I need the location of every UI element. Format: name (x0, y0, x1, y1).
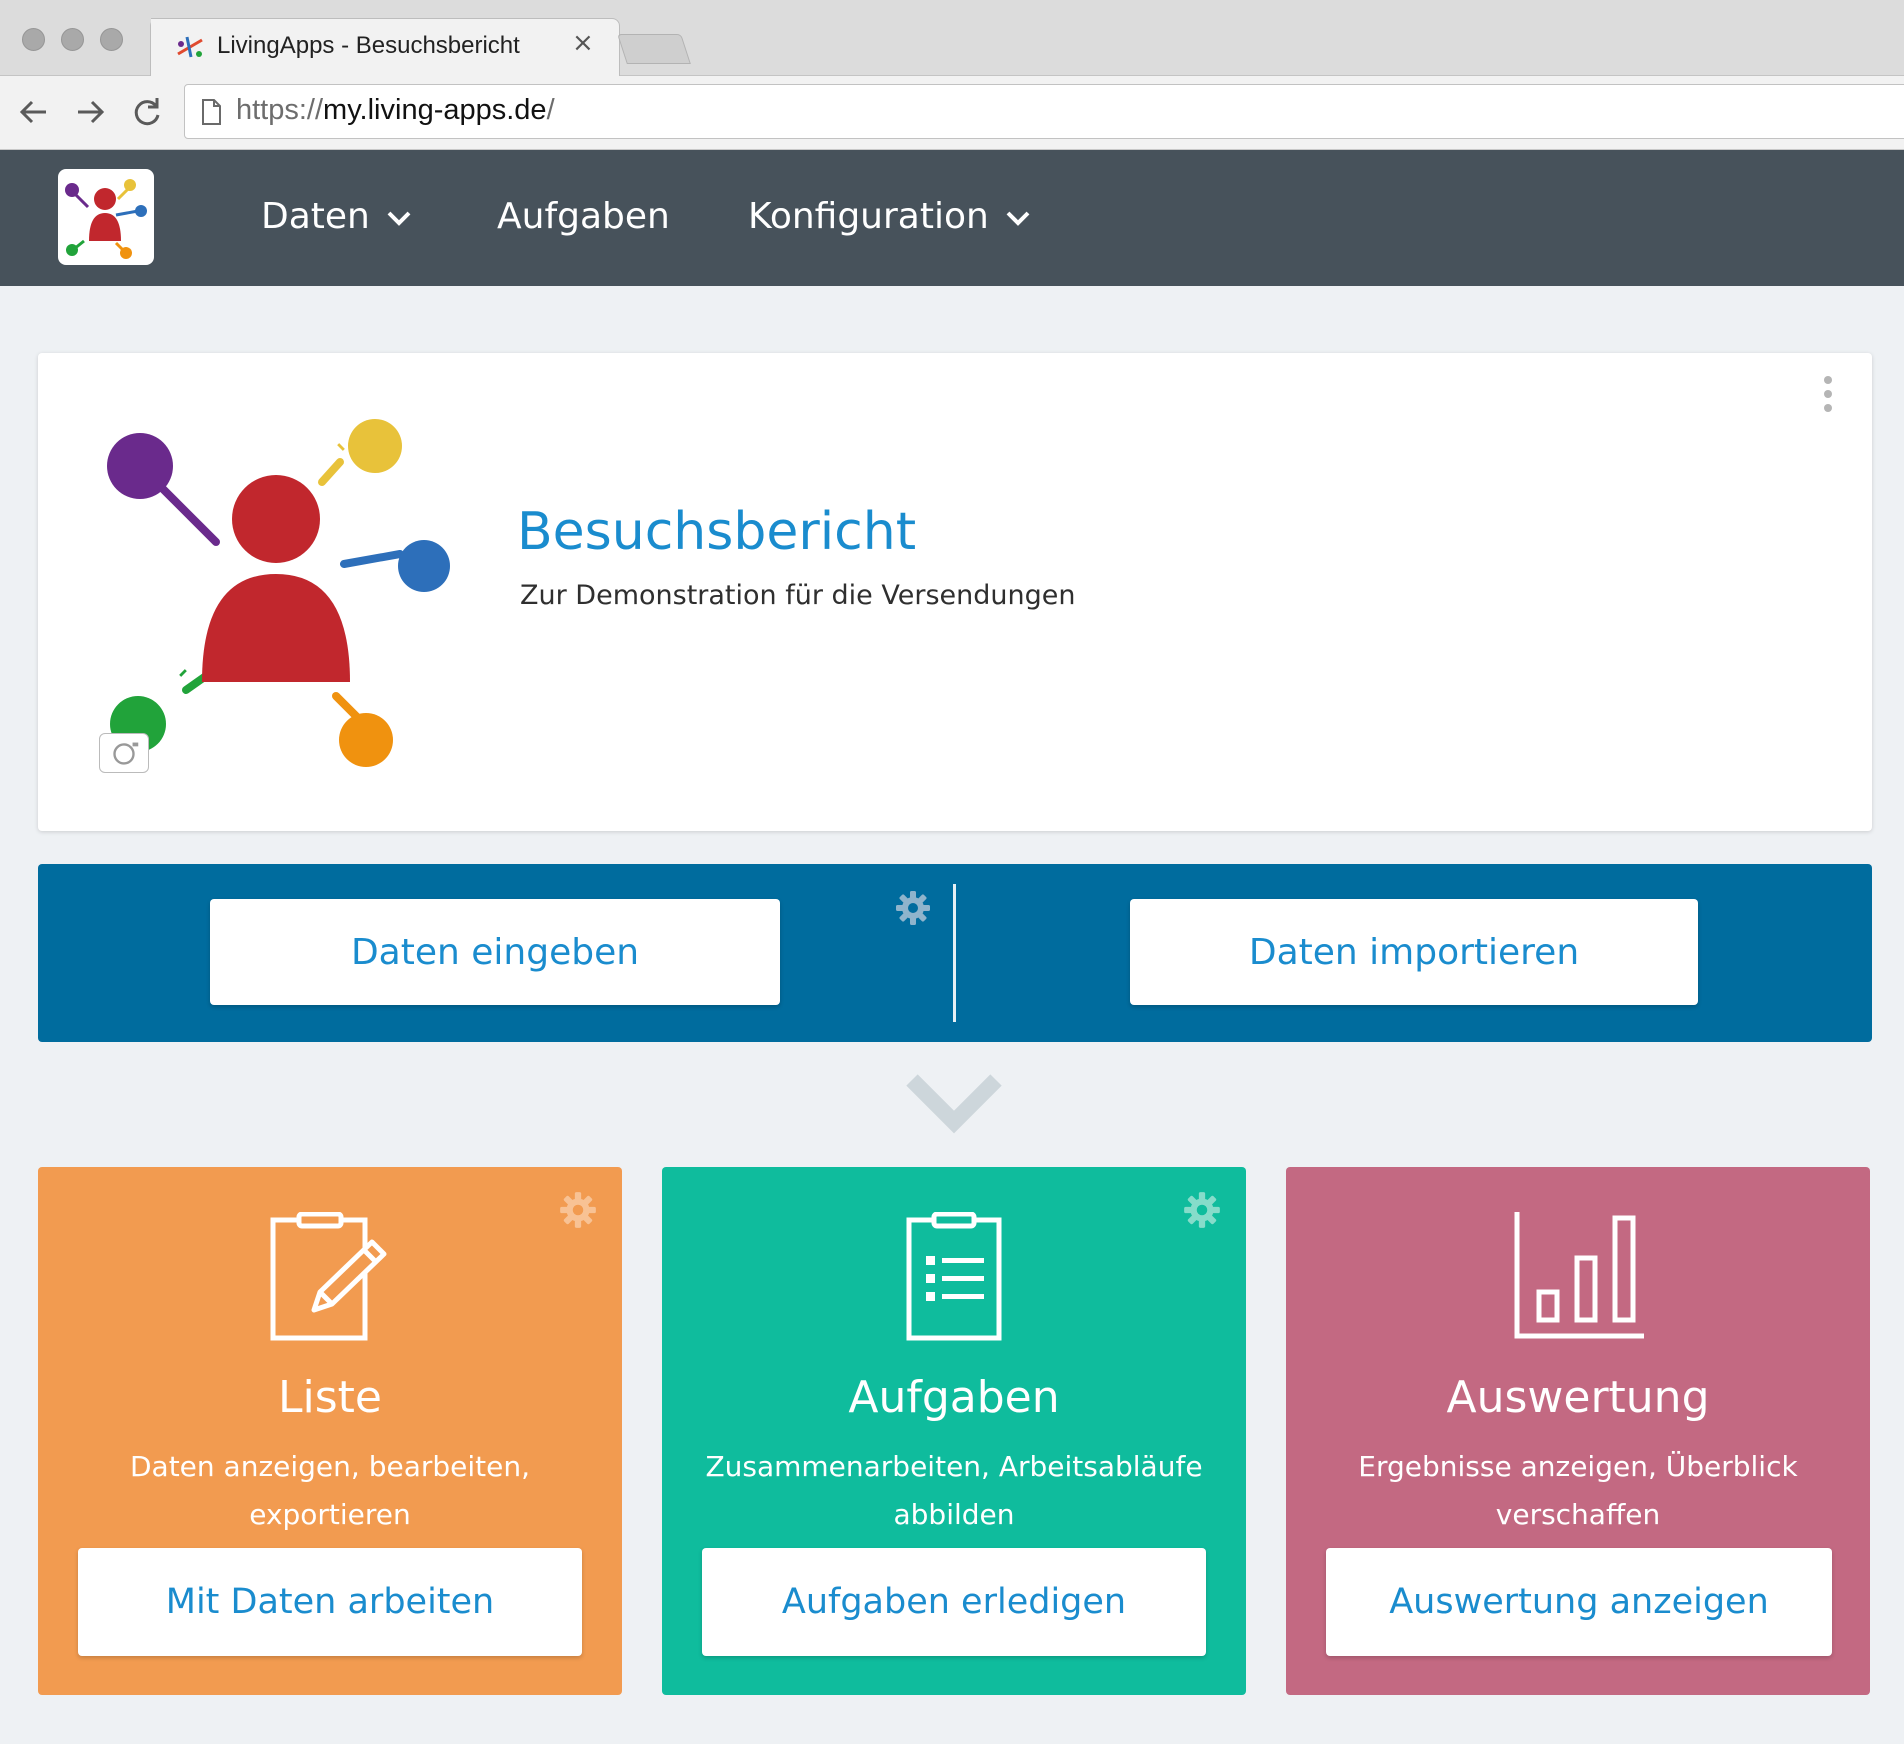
livingapps-favicon-icon (177, 36, 203, 58)
nav-aufgaben-label: Aufgaben (497, 196, 670, 237)
reload-icon (134, 98, 160, 126)
url-text[interactable]: https://my.living-apps.de/ (236, 94, 555, 127)
card-aufgaben-description: Zusammenarbeiten, Arbeitsabläufe abbilde… (705, 1450, 1203, 1531)
gear-icon[interactable] (893, 888, 933, 928)
chevron-down-icon (1006, 211, 1030, 226)
back-button[interactable] (14, 92, 54, 132)
page-icon (202, 99, 221, 125)
more-options-icon[interactable] (1820, 376, 1836, 418)
nav-daten[interactable]: Daten (261, 196, 412, 237)
livingapps-logo[interactable] (58, 169, 154, 265)
arrow-left-icon (19, 100, 46, 124)
window-minimize-button[interactable] (61, 28, 84, 51)
window-zoom-button[interactable] (100, 28, 123, 51)
window-close-button[interactable] (22, 28, 45, 51)
url-host: my.living-apps.de (323, 94, 547, 126)
app-title: Besuchsbericht (517, 502, 917, 562)
forward-button[interactable] (70, 92, 110, 132)
enter-data-button[interactable]: Daten eingeben (210, 899, 780, 1005)
card-auswertung-title: Auswertung (1446, 1372, 1710, 1423)
clipboard-pencil-icon (270, 1212, 387, 1341)
browser-tab-title: LivingApps - Besuchsbericht (217, 32, 520, 59)
complete-tasks-button[interactable]: Aufgaben erledigen (702, 1548, 1206, 1656)
band-divider (953, 884, 956, 1022)
chevron-down-icon (387, 211, 411, 226)
url-protocol: https:// (236, 94, 324, 126)
gear-icon[interactable] (1181, 1189, 1223, 1231)
camera-icon (113, 742, 139, 765)
tab-close-icon[interactable]: × (572, 30, 594, 56)
app-subtitle: Zur Demonstration für die Versendungen (520, 580, 1076, 611)
card-liste-title: Liste (278, 1372, 382, 1423)
arrow-right-icon (78, 100, 105, 124)
url-suffix: / (546, 94, 555, 126)
work-with-data-button[interactable]: Mit Daten arbeiten (78, 1548, 582, 1656)
new-tab-button[interactable] (617, 34, 691, 64)
change-image-button[interactable] (99, 733, 149, 773)
nav-konfiguration-label: Konfiguration (748, 196, 989, 237)
show-evaluation-button[interactable]: Auswertung anzeigen (1326, 1548, 1832, 1656)
card-aufgaben-title: Aufgaben (848, 1372, 1060, 1423)
card-auswertung-description: Ergebnisse anzeigen, Überblick verschaff… (1358, 1450, 1798, 1531)
chevron-down-icon (906, 1074, 1002, 1134)
import-data-button[interactable]: Daten importieren (1130, 899, 1698, 1005)
card-liste-description: Daten anzeigen, bearbeiten, exportieren (129, 1450, 531, 1531)
nav-konfiguration[interactable]: Konfiguration (748, 196, 1031, 237)
reload-button[interactable] (126, 92, 166, 132)
nav-daten-label: Daten (261, 196, 370, 237)
bar-chart-icon (1514, 1212, 1644, 1339)
app-logo-image (107, 419, 450, 767)
nav-aufgaben[interactable]: Aufgaben (497, 196, 670, 237)
clipboard-list-icon (906, 1212, 1002, 1341)
gear-icon[interactable] (557, 1189, 599, 1231)
livingapps-logo-icon (65, 179, 147, 259)
